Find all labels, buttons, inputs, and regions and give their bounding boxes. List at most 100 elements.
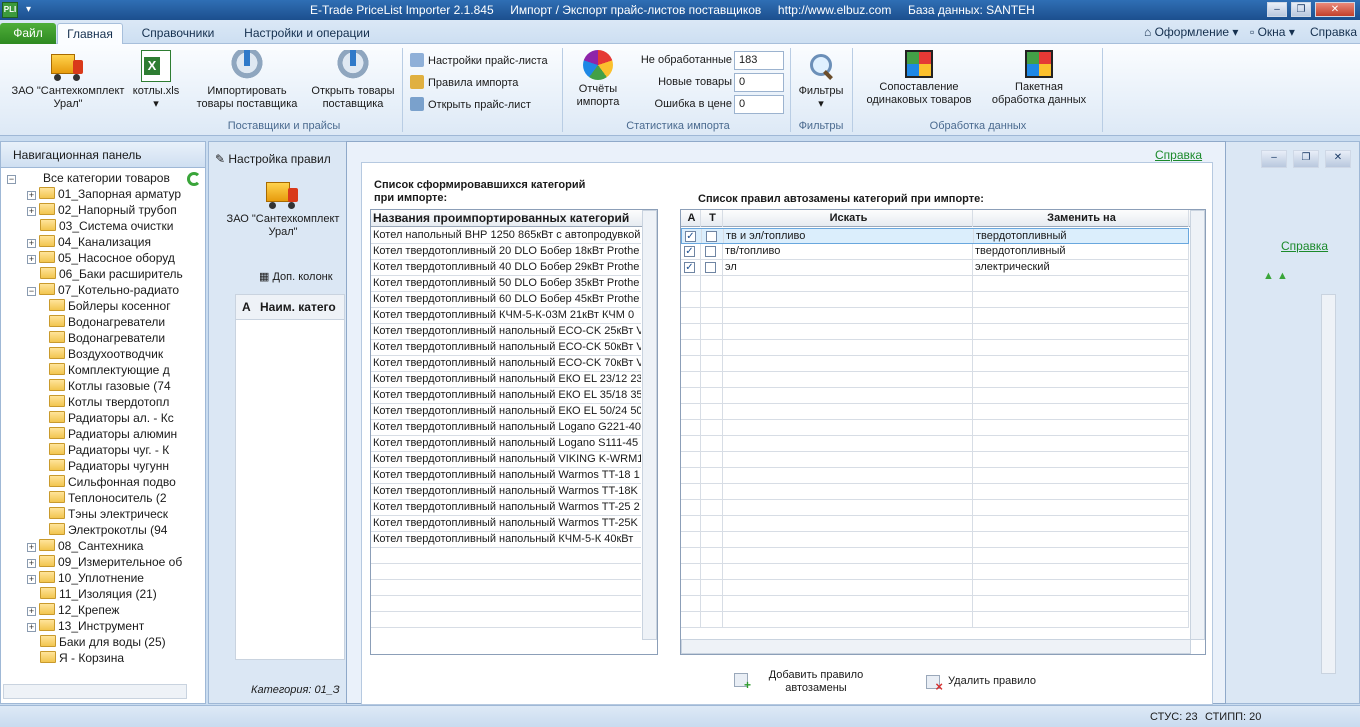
table-row[interactable]: Котел твердотопливный напольный КЧМ-5-К …	[371, 532, 641, 548]
rule-search-cell[interactable]	[723, 532, 973, 547]
rule-search-cell[interactable]	[723, 548, 973, 563]
rule-replace-cell[interactable]	[973, 516, 1189, 531]
rule-search-cell[interactable]	[723, 452, 973, 467]
tree-item[interactable]: 11_Изоляция (21)	[27, 586, 157, 602]
active-checkbox[interactable]: ✓	[684, 246, 695, 257]
expand-icon[interactable]: +	[27, 191, 36, 200]
table-row[interactable]	[681, 436, 1189, 452]
rule-active-cell[interactable]	[681, 484, 701, 499]
rule-replace-cell[interactable]	[973, 548, 1189, 563]
rule-replace-cell[interactable]: твердотопливный	[973, 244, 1189, 259]
dialog-help-link[interactable]: Справка	[1155, 148, 1202, 162]
rule-t-cell[interactable]	[701, 420, 723, 435]
rule-replace-cell[interactable]	[973, 404, 1189, 419]
table-row[interactable]: Котел твердотопливный напольный Logano S…	[371, 436, 641, 452]
table-row[interactable]	[681, 388, 1189, 404]
rule-search-cell[interactable]	[723, 500, 973, 515]
rule-t-cell[interactable]	[701, 276, 723, 291]
pricelist-settings-button[interactable]: Настройки прайс-листа	[410, 52, 548, 70]
rule-t-cell[interactable]	[701, 260, 723, 275]
rule-t-cell[interactable]	[701, 452, 723, 467]
rule-replace-cell[interactable]	[973, 356, 1189, 371]
rule-active-cell[interactable]	[681, 372, 701, 387]
table-row[interactable]: Котел твердотопливный напольный ЕКО EL 5…	[371, 404, 641, 420]
rule-active-cell[interactable]	[681, 324, 701, 339]
bg-help-link[interactable]: Справка	[1281, 239, 1328, 253]
t-checkbox[interactable]	[705, 246, 716, 257]
open-goods-button[interactable]: Открыть товары поставщика	[306, 50, 400, 111]
tab-references[interactable]: Справочники	[130, 23, 226, 44]
rule-active-cell[interactable]	[681, 516, 701, 531]
tree-item[interactable]: +12_Крепеж	[27, 602, 119, 618]
rule-active-cell[interactable]	[681, 612, 701, 627]
rule-replace-cell[interactable]	[973, 324, 1189, 339]
table-row[interactable]	[681, 372, 1189, 388]
left-grid-vertical-scrollbar[interactable]	[642, 210, 657, 640]
rule-t-cell[interactable]	[701, 356, 723, 371]
table-row[interactable]	[681, 484, 1189, 500]
bg-minimize-button[interactable]: –	[1261, 150, 1287, 168]
rule-replace-cell[interactable]	[973, 372, 1189, 387]
tree-item[interactable]: Радиаторы алюмин	[49, 426, 177, 442]
rule-active-cell[interactable]	[681, 388, 701, 403]
tree-item[interactable]: +09_Измерительное об	[27, 554, 182, 570]
tree-item[interactable]: Теплоноситель (2	[49, 490, 167, 506]
rule-active-cell[interactable]	[681, 548, 701, 563]
rule-active-cell[interactable]	[681, 420, 701, 435]
tree-item[interactable]: Радиаторы чугунн	[49, 458, 169, 474]
close-button[interactable]: ✕	[1315, 2, 1355, 17]
rule-replace-cell[interactable]	[973, 388, 1189, 403]
rule-active-cell[interactable]	[681, 564, 701, 579]
table-row[interactable]	[681, 564, 1189, 580]
minimize-button[interactable]: –	[1267, 2, 1287, 17]
rules-col-a[interactable]: А	[681, 210, 701, 227]
table-row[interactable]	[681, 532, 1189, 548]
tree-item[interactable]: Водонагреватели	[49, 314, 165, 330]
t-checkbox[interactable]	[705, 262, 716, 273]
rule-replace-cell[interactable]	[973, 308, 1189, 323]
rule-search-cell[interactable]	[723, 516, 973, 531]
rule-search-cell[interactable]	[723, 580, 973, 595]
rule-t-cell[interactable]	[701, 372, 723, 387]
rule-active-cell[interactable]	[681, 436, 701, 451]
table-row[interactable]	[681, 340, 1189, 356]
rule-search-cell[interactable]	[723, 308, 973, 323]
tab-file[interactable]: Файл	[0, 23, 56, 44]
rule-search-cell[interactable]	[723, 612, 973, 627]
tree-item[interactable]: − Все категории товаров	[7, 170, 170, 186]
delete-rule-button[interactable]: Удалить правило	[944, 675, 1040, 688]
rule-active-cell[interactable]	[681, 468, 701, 483]
rule-t-cell[interactable]	[701, 484, 723, 499]
table-row[interactable]	[681, 516, 1189, 532]
table-row[interactable]: Котел напольный ВНР 1250 865кВт с автопр…	[371, 228, 641, 244]
table-row[interactable]: Котел твердотопливный КЧМ-5-К-03М 21кВт …	[371, 308, 641, 324]
table-row[interactable]: ✓ эл электрический	[681, 260, 1189, 276]
rule-active-cell[interactable]	[681, 292, 701, 307]
rule-t-cell[interactable]	[701, 500, 723, 515]
rule-t-cell[interactable]	[701, 308, 723, 323]
table-row[interactable]	[371, 564, 641, 580]
add-rule-button[interactable]: Добавить правило автозамены	[756, 669, 876, 695]
tree-item[interactable]: Бойлеры косенног	[49, 298, 171, 314]
tree-item[interactable]: Котлы газовые (74	[49, 378, 171, 394]
table-row[interactable]	[371, 580, 641, 596]
bg-vertical-scrollbar[interactable]	[1321, 294, 1336, 674]
rule-t-cell[interactable]	[701, 596, 723, 611]
tree-item[interactable]: Котлы твердотопл	[49, 394, 169, 410]
table-row[interactable]: ✓ тв/топливо твердотопливный	[681, 244, 1189, 260]
rule-search-cell[interactable]: тв и эл/топливо	[724, 229, 974, 243]
table-row[interactable]: Котел твердотопливный напольный ЕКО EL 3…	[371, 388, 641, 404]
table-row[interactable]: Котел твердотопливный напольный Warmos T…	[371, 516, 641, 532]
tree-item[interactable]: − 07_Котельно-радиато	[27, 282, 179, 298]
supplier-button[interactable]: ЗАО "Сантехкомплект Урал"	[6, 50, 130, 111]
collapse-icon[interactable]: −	[27, 287, 36, 296]
table-row[interactable]: Котел твердотопливный напольный ECO-CK 7…	[371, 356, 641, 372]
tab-settings[interactable]: Настройки и операции	[232, 23, 382, 44]
rule-search-cell[interactable]: тв/топливо	[723, 244, 973, 259]
expand-icon[interactable]: +	[27, 543, 36, 552]
rules-col-search[interactable]: Искать	[723, 210, 973, 227]
active-checkbox[interactable]: ✓	[684, 262, 695, 273]
table-row[interactable]: Котел твердотопливный напольный ECO-CK 5…	[371, 340, 641, 356]
bg-close-button[interactable]: ✕	[1325, 150, 1351, 168]
table-row[interactable]: Котел твердотопливный 50 DLO Бобер 35кВт…	[371, 276, 641, 292]
